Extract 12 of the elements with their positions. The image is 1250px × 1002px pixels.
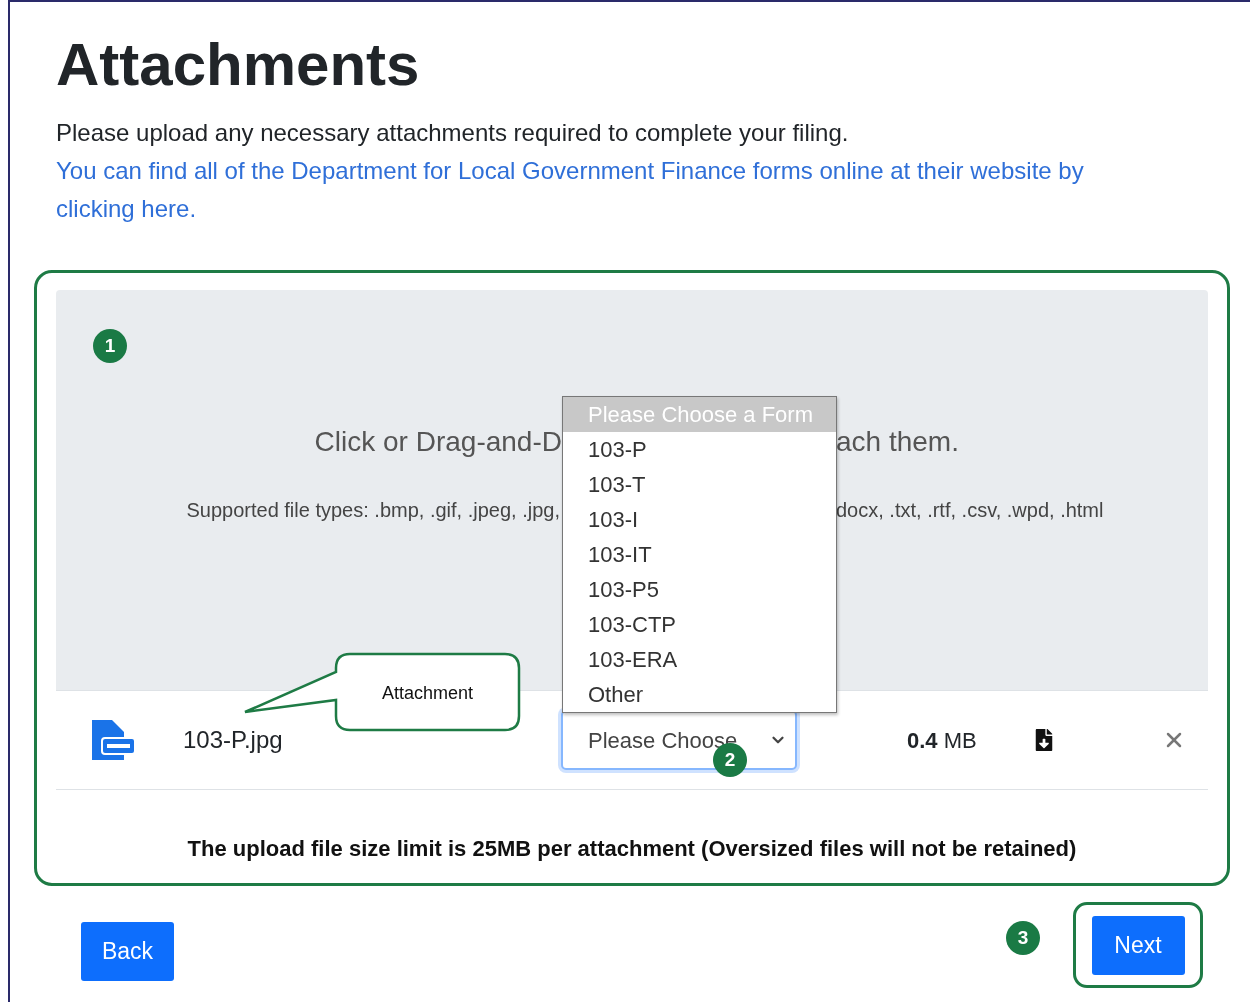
step-badge: 1 [93,329,127,363]
callout-text: Attachment [380,682,474,705]
drop-prompt: Click or Drag-and-D [313,425,562,459]
page-title: Attachments [56,30,421,100]
file-types-text: Supported file types: .bmp, .gif, .jpeg, .jpg, [185,498,560,523]
drop-prompt: ach them. [836,425,960,459]
intro-text: Please upload any necessary attachments required to complete your filing. [56,118,850,148]
step-badge: 3 [1006,921,1040,955]
file-types-text: docx, .txt, .rtf, .csv, .wpd, .html [836,498,1105,523]
file-size: 0.4 MB [907,727,977,753]
size-limit-note: The upload file size limit is 25MB per attachment (Oversized files will not be retained) [186,835,1078,863]
file-name: 103-P.jpg [183,725,284,755]
